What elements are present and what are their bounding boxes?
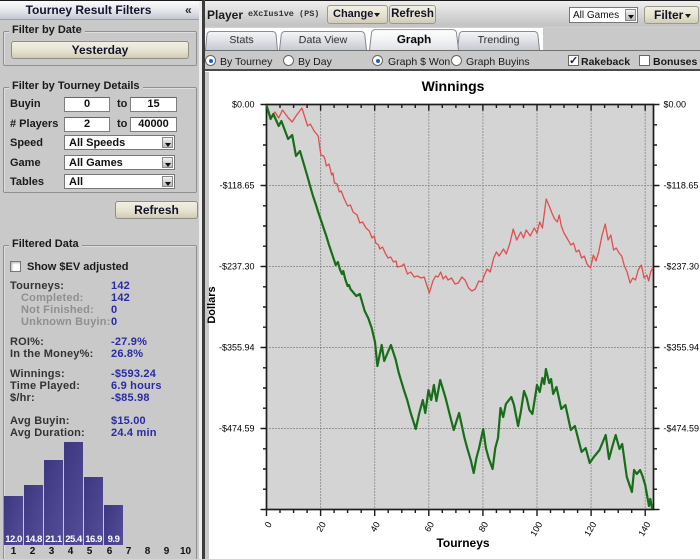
svg-text:-$237.30: -$237.30 [219,262,255,272]
svg-text:-$355.94: -$355.94 [664,343,700,353]
svg-text:$0.00: $0.00 [664,100,687,110]
svg-text:Winnings: Winnings [422,78,485,94]
svg-text:$0.00: $0.00 [232,100,255,110]
svg-text:-$474.59: -$474.59 [664,424,700,434]
svg-text:-$355.94: -$355.94 [219,343,255,353]
svg-text:-$118.65: -$118.65 [664,181,699,191]
svg-text:-$118.65: -$118.65 [220,181,255,191]
svg-text:Tourneys: Tourneys [436,536,489,550]
svg-text:-$237.30: -$237.30 [664,262,700,272]
svg-text:-$474.59: -$474.59 [219,424,255,434]
svg-text:Dollars: Dollars [206,286,218,323]
